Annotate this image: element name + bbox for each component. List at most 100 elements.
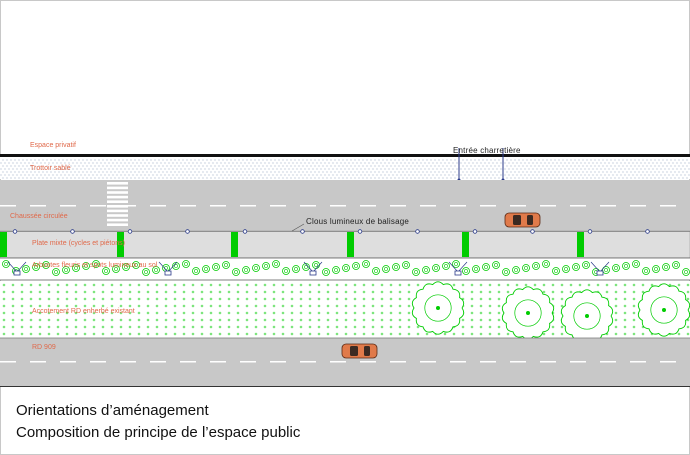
sidewalk-dot [292, 162, 294, 164]
caption-title: Orientations d’aménagement [16, 402, 209, 419]
sidewalk-dot [404, 168, 406, 170]
sidewalk-dot [214, 159, 216, 161]
sidewalk-dot [488, 174, 490, 176]
sidewalk-dot [222, 171, 224, 173]
sidewalk-dot [300, 162, 302, 164]
sidewalk-dot [82, 165, 84, 167]
sidewalk-dot [552, 162, 554, 164]
sidewalk-dot [358, 177, 360, 179]
sidewalk-dot [504, 168, 506, 170]
sidewalk-dot [84, 174, 86, 176]
sidewalk-dot [112, 168, 114, 170]
sidewalk-dot [108, 162, 110, 164]
sidewalk-dot [484, 162, 486, 164]
sidewalk-dot [16, 168, 18, 170]
sidewalk-dot [532, 174, 534, 176]
sidewalk-dot [322, 171, 324, 173]
sidewalk-dot [280, 168, 282, 170]
lane-dash [390, 205, 406, 207]
sidewalk-dot [156, 162, 158, 164]
sidewalk-dot [350, 159, 352, 161]
sidewalk-dot [16, 174, 18, 176]
sidewalk-dot [128, 168, 130, 170]
sidewalk-dot [618, 165, 620, 167]
sidewalk-dot [14, 171, 16, 173]
sidewalk-dot [288, 168, 290, 170]
sidewalk-dot [488, 168, 490, 170]
sidewalk-dot [384, 168, 386, 170]
sidewalk-dot [72, 162, 74, 164]
road-stud [645, 229, 650, 234]
sidewalk-dot [40, 162, 42, 164]
sidewalk-dot [522, 177, 524, 179]
sidewalk-dot [610, 165, 612, 167]
sidewalk-dot [586, 177, 588, 179]
sidewalk-dot [234, 177, 236, 179]
sidewalk-dot [220, 168, 222, 170]
sidewalk-dot [240, 174, 242, 176]
sidewalk-dot [178, 171, 180, 173]
sidewalk-dot [550, 165, 552, 167]
sidewalk-dot [170, 159, 172, 161]
sidewalk-dot [328, 162, 330, 164]
sidewalk-dot [326, 159, 328, 161]
sidewalk-dot [420, 162, 422, 164]
sidewalk-dot [300, 168, 302, 170]
sidewalk-dot [466, 177, 468, 179]
sidewalk-dot [632, 168, 634, 170]
sidewalk-dot [198, 171, 200, 173]
sidewalk-dot [536, 162, 538, 164]
sidewalk-dot [282, 171, 284, 173]
sidewalk-dot [286, 165, 288, 167]
sidewalk-dot [268, 168, 270, 170]
sidewalk-dot [426, 177, 428, 179]
sidewalk-dot [410, 177, 412, 179]
sidewalk-dot [6, 171, 8, 173]
sidewalk-dot [168, 174, 170, 176]
sidewalk-dot [50, 159, 52, 161]
sidewalk-dot [204, 162, 206, 164]
sidewalk-dot [182, 165, 184, 167]
sidewalk-dot [608, 174, 610, 176]
sidewalk-dot [560, 168, 562, 170]
sidewalk-dot [28, 174, 30, 176]
sidewalk-dot [128, 174, 130, 176]
sidewalk-dot [436, 168, 438, 170]
sidewalk-dot [546, 177, 548, 179]
sidewalk-dot [420, 174, 422, 176]
sidewalk-dot [162, 165, 164, 167]
sidewalk-dot [230, 177, 232, 179]
sidewalk-dot [442, 171, 444, 173]
sidewalk-dot [538, 165, 540, 167]
sidewalk-dot [514, 165, 516, 167]
sidewalk-dot [108, 174, 110, 176]
sidewalk-dot [80, 162, 82, 164]
sidewalk-dot [316, 162, 318, 164]
sidewalk-dot [320, 168, 322, 170]
sidewalk-dot [346, 159, 348, 161]
sidewalk-dot [308, 174, 310, 176]
sidewalk-dot [472, 168, 474, 170]
sidewalk-dot [158, 177, 160, 179]
sidewalk-dot [404, 174, 406, 176]
sidewalk-dot [496, 174, 498, 176]
sidewalk-dot [388, 162, 390, 164]
sidewalk-dot [254, 165, 256, 167]
sidewalk-dot [286, 159, 288, 161]
sidewalk-dot [26, 177, 28, 179]
sidewalk-dot [118, 177, 120, 179]
sidewalk-dot [6, 165, 8, 167]
sidewalk-dot [296, 168, 298, 170]
sidewalk-dot [322, 165, 324, 167]
sidewalk-dot [430, 171, 432, 173]
rd-dash [450, 361, 466, 363]
sidewalk-dot [106, 159, 108, 161]
rd-dash [180, 361, 196, 363]
sidewalk-dot [496, 168, 498, 170]
sidewalk-dot [586, 165, 588, 167]
sidewalk-dot [382, 165, 384, 167]
sidewalk-dot [390, 159, 392, 161]
rd-dash [660, 361, 676, 363]
sidewalk-dot [588, 162, 590, 164]
sidewalk-dot [88, 162, 90, 164]
